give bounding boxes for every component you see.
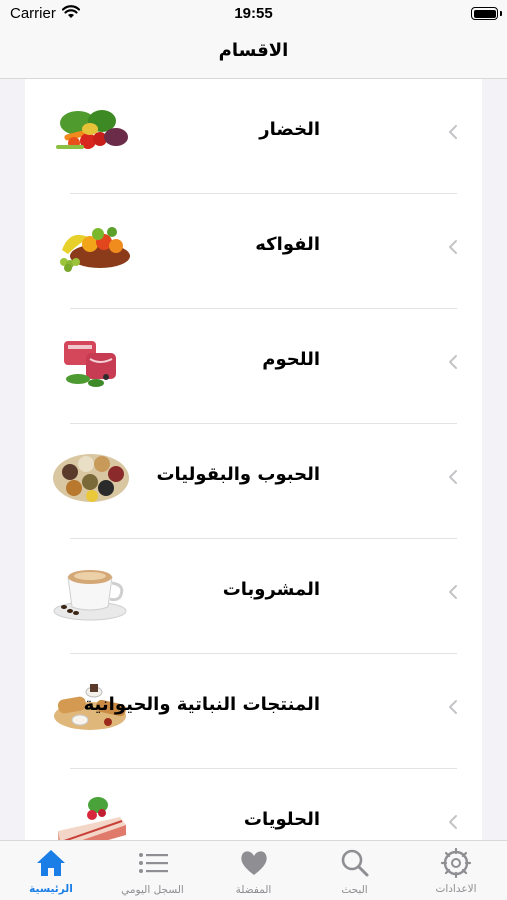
- home-icon: [37, 850, 65, 876]
- tab-home-active[interactable]: الرئيسية: [0, 841, 102, 900]
- category-label: المنتجات النباتية والحيوانية: [83, 694, 320, 715]
- tab-search[interactable]: البحث: [304, 841, 405, 900]
- fruits-image: [60, 227, 130, 272]
- page-title: الاقسام: [218, 40, 289, 61]
- category-row-beverages[interactable]: المشروبات: [25, 539, 482, 654]
- category-row-vegetables[interactable]: الخضار: [25, 79, 482, 194]
- battery-icon: [471, 7, 502, 20]
- chevron-left-icon: [449, 815, 457, 829]
- heart-icon: [240, 851, 267, 875]
- tab-settings[interactable]: الاعدادات: [405, 841, 507, 900]
- status-bar: Carrier 19:55: [0, 0, 507, 28]
- search-icon: [341, 849, 368, 877]
- category-label: الحلويات: [243, 809, 320, 830]
- chevron-left-icon: [449, 355, 457, 369]
- chevron-left-icon: [449, 700, 457, 714]
- settings-gear-icon: [440, 848, 472, 878]
- category-label: اللحوم: [262, 349, 320, 370]
- list-icon: [138, 853, 168, 873]
- tab-label-favorites: المفضلة: [235, 884, 272, 896]
- category-row-sweets[interactable]: الحلويات: [25, 769, 482, 840]
- chevron-left-icon: [449, 125, 457, 139]
- tab-favorites[interactable]: المفضلة: [203, 841, 304, 900]
- chevron-left-icon: [449, 240, 457, 254]
- category-label: الحبوب والبقوليات: [156, 464, 320, 485]
- tab-label-home: الرئيسية: [29, 883, 73, 895]
- chevron-left-icon: [449, 585, 457, 599]
- grains-legumes-image: [53, 454, 129, 502]
- category-row-products[interactable]: المنتجات النباتية والحيوانية: [25, 654, 482, 769]
- tab-label-daily-log: السجل اليومي: [121, 884, 184, 896]
- category-row-grains[interactable]: الحبوب والبقوليات: [25, 424, 482, 539]
- category-label: الفواكه: [255, 234, 320, 255]
- navigation-bar: الاقسام: [0, 28, 507, 79]
- tab-daily-log[interactable]: السجل اليومي: [102, 841, 203, 900]
- tab-label-search: البحث: [341, 884, 368, 896]
- tab-label-settings: الاعدادات: [435, 883, 477, 895]
- category-row-meat[interactable]: اللحوم: [25, 309, 482, 424]
- meat-image: [64, 341, 116, 387]
- clock: 19:55: [234, 5, 273, 22]
- category-label: المشروبات: [222, 579, 320, 600]
- chevron-left-icon: [449, 470, 457, 484]
- category-row-fruits[interactable]: الفواكه: [25, 194, 482, 309]
- vegetables-image: [56, 110, 128, 149]
- cake-slice-image: [58, 797, 126, 840]
- coffee-cup-image: [53, 570, 127, 621]
- category-label: الخضار: [259, 119, 320, 140]
- category-list: الخضار الفواكه اللحوم الحبوب والبقوليات …: [25, 79, 482, 840]
